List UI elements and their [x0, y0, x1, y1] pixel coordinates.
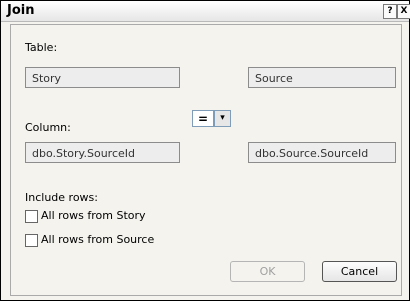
column-label: Column: [25, 121, 71, 134]
left-column-field[interactable]: dbo.Story.SourceId [25, 142, 180, 163]
include-rows-label: Include rows: [25, 191, 98, 204]
cancel-button[interactable]: Cancel [322, 261, 397, 282]
chevron-down-icon[interactable]: ▾ [214, 110, 231, 127]
dialog-title: Join [7, 3, 35, 18]
right-table-field[interactable]: Source [248, 67, 396, 88]
help-icon[interactable]: ? [383, 4, 397, 19]
right-column-field[interactable]: dbo.Source.SourceId [248, 142, 396, 163]
all-rows-source-label[interactable]: All rows from Source [41, 233, 154, 246]
join-operator-select[interactable]: = [192, 110, 214, 127]
all-rows-source-checkbox[interactable] [25, 234, 38, 247]
close-icon[interactable]: X [397, 4, 410, 19]
table-label: Table: [25, 41, 58, 54]
all-rows-story-label[interactable]: All rows from Story [41, 209, 146, 222]
left-table-field[interactable]: Story [25, 67, 180, 88]
all-rows-story-checkbox[interactable] [25, 210, 38, 223]
ok-button[interactable]: OK [230, 261, 305, 282]
title-bar: Join ? X [1, 1, 410, 22]
join-dialog: Join ? X Table: Story Source Column: = ▾… [0, 0, 410, 301]
